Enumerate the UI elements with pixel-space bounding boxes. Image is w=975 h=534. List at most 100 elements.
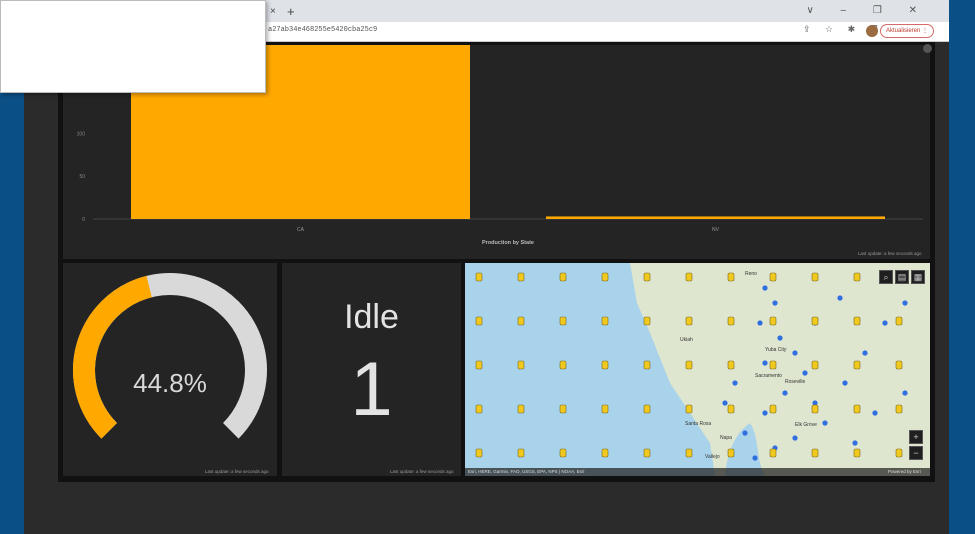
- map-point[interactable]: [762, 410, 768, 416]
- map-symbol[interactable]: [727, 360, 735, 370]
- map-point[interactable]: [722, 400, 728, 406]
- map-symbol[interactable]: [601, 360, 609, 370]
- map-symbol[interactable]: [475, 448, 483, 458]
- map-place-label: Santa Rosa: [685, 421, 711, 427]
- map-symbol[interactable]: [895, 316, 903, 326]
- map-symbol[interactable]: [517, 272, 525, 282]
- map-symbol[interactable]: [643, 404, 651, 414]
- profile-avatar[interactable]: [866, 25, 878, 37]
- panel-menu-icon[interactable]: [923, 44, 932, 53]
- map-symbol[interactable]: [475, 316, 483, 326]
- url-text[interactable]: a27ab34e468255e5420cba25c9: [268, 26, 377, 34]
- map-point[interactable]: [862, 350, 868, 356]
- map-symbol[interactable]: [727, 316, 735, 326]
- map-powered-by: Powered by Esri: [888, 469, 921, 474]
- map-symbol[interactable]: [475, 272, 483, 282]
- map-symbol[interactable]: [769, 360, 777, 370]
- map-symbol[interactable]: [685, 316, 693, 326]
- update-button[interactable]: Aktualisieren ⋮: [880, 24, 934, 38]
- map-place-label: Yuba City: [765, 347, 787, 353]
- map-symbol[interactable]: [853, 448, 861, 458]
- map-symbol[interactable]: [685, 404, 693, 414]
- map-search-icon[interactable]: ⌕: [879, 270, 893, 284]
- tab-close-icon[interactable]: ×: [270, 6, 276, 17]
- y-tick-label: 100: [77, 131, 86, 137]
- map-point[interactable]: [872, 410, 878, 416]
- map-place-label: Ukiah: [680, 337, 693, 343]
- window-controls[interactable]: ∨ – ❐ ✕: [806, 5, 929, 16]
- map-place-label: Elk Grove: [795, 422, 817, 428]
- map-symbol[interactable]: [769, 272, 777, 282]
- map-point[interactable]: [882, 320, 888, 326]
- indicator-last-update: Last update: a few seconds ago: [390, 469, 454, 474]
- map-point[interactable]: [837, 295, 843, 301]
- map-point[interactable]: [732, 380, 738, 386]
- map-symbol[interactable]: [895, 360, 903, 370]
- map-symbol[interactable]: [601, 448, 609, 458]
- chart-last-update: Last update: a few seconds ago: [858, 251, 922, 256]
- map-symbol[interactable]: [643, 448, 651, 458]
- map-symbol[interactable]: [601, 316, 609, 326]
- map-symbol[interactable]: [559, 360, 567, 370]
- map-symbol[interactable]: [559, 316, 567, 326]
- map-symbol[interactable]: [769, 448, 777, 458]
- map-symbol[interactable]: [559, 404, 567, 414]
- map-symbol[interactable]: [769, 316, 777, 326]
- map-symbol[interactable]: [685, 448, 693, 458]
- map-symbol[interactable]: [853, 360, 861, 370]
- map-basemap-icon[interactable]: ▦: [911, 270, 925, 284]
- map-symbol[interactable]: [727, 448, 735, 458]
- map-point[interactable]: [777, 335, 783, 341]
- map-symbol[interactable]: [685, 272, 693, 282]
- map-symbol[interactable]: [895, 404, 903, 414]
- map-symbol[interactable]: [895, 448, 903, 458]
- map-symbol[interactable]: [727, 272, 735, 282]
- map-symbol[interactable]: [811, 272, 819, 282]
- map-symbol[interactable]: [643, 272, 651, 282]
- map-point[interactable]: [902, 390, 908, 396]
- map-point[interactable]: [752, 455, 758, 461]
- map-point[interactable]: [822, 420, 828, 426]
- new-tab-icon[interactable]: +: [287, 4, 295, 19]
- map-point[interactable]: [842, 380, 848, 386]
- map-symbol[interactable]: [685, 360, 693, 370]
- map-symbol[interactable]: [517, 404, 525, 414]
- map-symbol[interactable]: [811, 404, 819, 414]
- map-point[interactable]: [902, 300, 908, 306]
- map-layers-icon[interactable]: ▤: [895, 270, 909, 284]
- map-symbol[interactable]: [517, 360, 525, 370]
- map-symbol[interactable]: [601, 272, 609, 282]
- map-point[interactable]: [792, 350, 798, 356]
- map-symbol[interactable]: [727, 404, 735, 414]
- map-symbol[interactable]: [853, 316, 861, 326]
- map-point[interactable]: [772, 300, 778, 306]
- map-point[interactable]: [782, 390, 788, 396]
- map-symbol[interactable]: [601, 404, 609, 414]
- map-symbol[interactable]: [559, 448, 567, 458]
- map-symbol[interactable]: [811, 360, 819, 370]
- map-symbol[interactable]: [517, 316, 525, 326]
- map-symbol[interactable]: [853, 272, 861, 282]
- zoom-out-button[interactable]: −: [909, 446, 923, 460]
- map-symbol[interactable]: [853, 404, 861, 414]
- map-symbol[interactable]: [643, 360, 651, 370]
- map-symbol[interactable]: [811, 316, 819, 326]
- map-symbol[interactable]: [475, 360, 483, 370]
- map-point[interactable]: [762, 285, 768, 291]
- map-point[interactable]: [757, 320, 763, 326]
- map-point[interactable]: [762, 360, 768, 366]
- map-point[interactable]: [852, 440, 858, 446]
- map-point[interactable]: [802, 370, 808, 376]
- map-symbol[interactable]: [517, 448, 525, 458]
- zoom-in-button[interactable]: +: [909, 430, 923, 444]
- map-symbol[interactable]: [643, 316, 651, 326]
- map-point[interactable]: [742, 430, 748, 436]
- map-symbol[interactable]: [475, 404, 483, 414]
- map-symbol[interactable]: [811, 448, 819, 458]
- map-symbol[interactable]: [559, 272, 567, 282]
- bar-nv[interactable]: [546, 216, 885, 219]
- map-symbol[interactable]: [769, 404, 777, 414]
- map-point[interactable]: [792, 435, 798, 441]
- map-place-label: Sacramento: [755, 373, 782, 379]
- map-view[interactable]: Ukiah Yuba City RosevilleSacramento Santa R…: [465, 263, 930, 476]
